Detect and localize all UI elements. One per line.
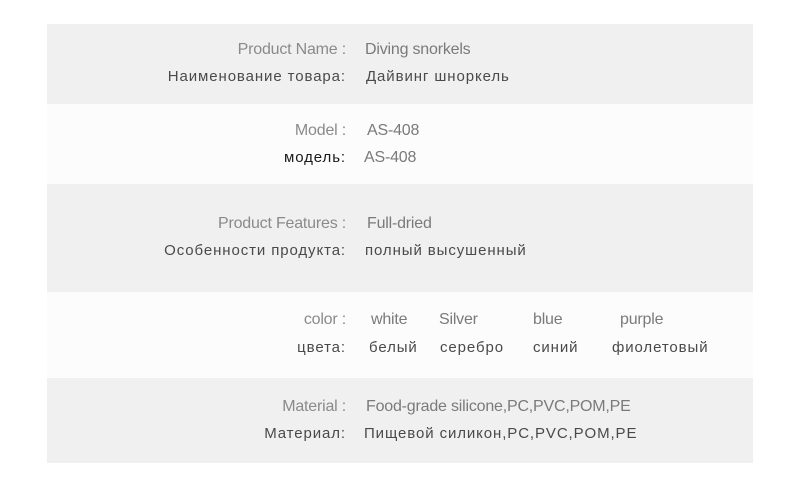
color-value-ru-purple: фиолетовый: [612, 339, 709, 356]
product-name-value-en: Diving snorkels: [365, 41, 471, 58]
material-label-ru: Материал:: [264, 425, 346, 442]
spec-row-color: [47, 292, 753, 378]
features-label-en: Product Features :: [217, 215, 346, 232]
color-value-en-silver: Silver: [439, 311, 478, 328]
material-label-en: Material :: [282, 398, 346, 415]
model-label-ru: модель:: [284, 149, 346, 166]
spec-row-product-name: [47, 24, 753, 104]
product-name-value-ru: Дайвинг шноркель: [366, 68, 510, 85]
color-value-en-blue: blue: [533, 311, 563, 328]
model-value-en: AS-408: [367, 122, 420, 139]
model-label-en: Model :: [294, 122, 346, 139]
features-value-ru: полный высушенный: [365, 242, 527, 259]
product-name-label-en: Product Name :: [237, 41, 347, 58]
color-value-ru-white: белый: [369, 339, 418, 356]
color-label-ru: цвета:: [297, 339, 346, 356]
spec-row-model: [47, 104, 753, 184]
color-value-en-white: white: [371, 311, 408, 328]
color-value-ru-blue: синий: [533, 339, 579, 356]
color-value-en-purple: purple: [620, 311, 664, 328]
product-name-label-ru: Наименование товара:: [167, 68, 346, 85]
features-label-ru: Особенности продукта:: [164, 242, 346, 259]
material-value-ru: Пищевой силикон,PC,PVC,POM,PE: [364, 425, 638, 442]
features-value-en: Full-dried: [367, 215, 432, 232]
color-label-en: color :: [303, 311, 346, 328]
material-value-en: Food-grade silicone,PC,PVC,POM,PE: [366, 398, 631, 415]
spec-row-material: [47, 378, 753, 463]
spec-row-features: [47, 184, 753, 292]
color-value-ru-silver: серебро: [440, 339, 504, 356]
model-value-ru: AS-408: [364, 149, 417, 166]
